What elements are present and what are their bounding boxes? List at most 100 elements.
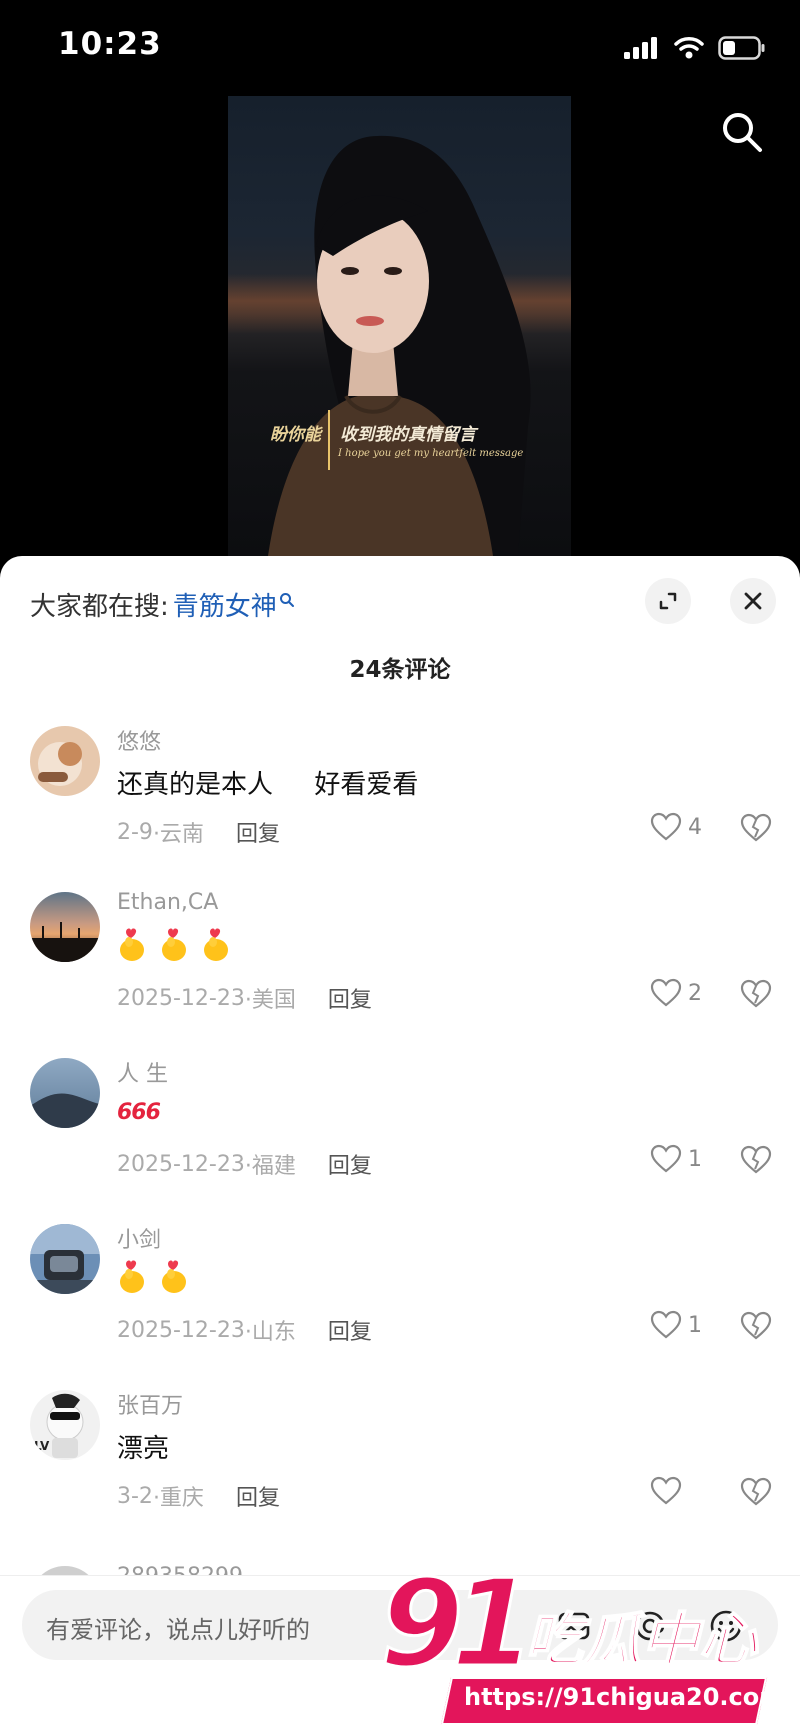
comment-count: 24条评论: [349, 657, 451, 683]
dislike-button[interactable]: [740, 1311, 772, 1345]
trending-search-link[interactable]: 青筋女神: [173, 586, 277, 623]
avatar[interactable]: [30, 726, 100, 796]
caption-divider: [328, 410, 330, 470]
dislike-button[interactable]: [740, 813, 772, 847]
comment-list: 悠悠 还真的是本人 好看爱看 2-9 ·云南 回复 4 Ethan,CA 202…: [0, 716, 800, 1586]
heart-icon: [650, 812, 682, 841]
comment-item: Ethan,CA 2025-12-23 ·美国 回复 2: [0, 882, 800, 1048]
comment-input-placeholder: 有爱评论，说点儿好听的: [46, 1616, 310, 1644]
finger-heart-icon: [162, 928, 186, 961]
broken-heart-icon: [740, 1477, 772, 1506]
like-count: 4: [688, 814, 702, 840]
broken-heart-icon: [740, 1311, 772, 1340]
comment-meta: 3-2 ·重庆 回复: [117, 1480, 280, 1512]
comment-meta: 2025-12-23 ·福建 回复: [117, 1148, 372, 1180]
trending-search: 大家都在搜: 青筋女神: [30, 586, 295, 623]
trending-label: 大家都在搜:: [30, 592, 169, 622]
video-caption-english: I hope you get my heartfelt message: [338, 448, 524, 459]
cellular-signal-icon: [624, 37, 657, 59]
comment-item: 人 生 666 2025-12-23 ·福建 回复 1: [0, 1048, 800, 1214]
comment-meta: 2-9 ·云南 回复: [117, 816, 280, 848]
like-button[interactable]: 2: [650, 978, 702, 1008]
status-icons: [624, 36, 766, 60]
reply-button[interactable]: 回复: [328, 1148, 372, 1180]
trending-search-icon[interactable]: [279, 592, 295, 608]
app-screen: 盼你能 收到我的真情留言 I hope you get my heartfelt…: [0, 0, 800, 1732]
comment-meta: 2025-12-23 ·美国 回复: [117, 982, 372, 1014]
badge-666: 666: [117, 1100, 161, 1125]
finger-heart-icon: [204, 928, 228, 961]
comment-date: 2025-12-23: [117, 1317, 245, 1343]
comment-location: ·福建: [244, 1154, 296, 1179]
broken-heart-icon: [740, 813, 772, 842]
avatar[interactable]: [30, 892, 100, 962]
video-caption-right: 收到我的真情留言: [340, 425, 476, 445]
comment-location: ·美国: [244, 988, 296, 1013]
watermark-url: https://91chigua20.com: [464, 1683, 785, 1711]
avatar[interactable]: LV: [30, 1390, 100, 1460]
comment-meta: 2025-12-23 ·山东 回复: [117, 1314, 372, 1346]
username[interactable]: 人 生: [117, 1056, 168, 1088]
like-count: 2: [688, 980, 702, 1006]
like-button[interactable]: 1: [650, 1144, 702, 1174]
comment-date: 2025-12-23: [117, 1151, 245, 1177]
username[interactable]: 张百万: [117, 1388, 183, 1420]
video-frame[interactable]: [228, 96, 571, 556]
comment-item: 小剑 2025-12-23 ·山东 回复 1: [0, 1214, 800, 1380]
battery-icon: [718, 36, 765, 60]
username[interactable]: 小剑: [117, 1222, 161, 1254]
comment-location: ·云南: [152, 822, 204, 847]
heart-icon: [650, 978, 682, 1007]
reply-button[interactable]: 回复: [328, 1314, 372, 1346]
like-count: 1: [688, 1312, 702, 1338]
watermark-number: 91: [379, 1554, 537, 1696]
comment-item: 悠悠 还真的是本人 好看爱看 2-9 ·云南 回复 4: [0, 716, 800, 882]
reply-button[interactable]: 回复: [328, 982, 372, 1014]
like-count: 1: [688, 1146, 702, 1172]
expand-button[interactable]: [645, 578, 691, 624]
close-button[interactable]: [730, 578, 776, 624]
comment-location: ·山东: [244, 1320, 296, 1345]
comment-text: 还真的是本人 好看爱看: [117, 770, 419, 800]
dislike-button[interactable]: [740, 1477, 772, 1511]
comment-date: 2025-12-23: [117, 985, 245, 1011]
expand-icon: [659, 592, 677, 610]
comment-text: 漂亮: [117, 1434, 170, 1464]
wifi-icon: [674, 37, 704, 59]
svg-text:LV: LV: [34, 1439, 50, 1453]
like-button[interactable]: [650, 1476, 702, 1506]
emoji-row: [117, 1258, 189, 1294]
photo-subject: [268, 135, 531, 556]
heart-icon: [650, 1476, 682, 1505]
finger-heart-icon: [120, 1260, 144, 1293]
dislike-button[interactable]: [740, 979, 772, 1013]
heart-icon: [650, 1144, 682, 1173]
comment-date: 2-9: [117, 819, 153, 845]
like-button[interactable]: 4: [650, 812, 702, 842]
watermark: 91 吃瓜中心 https://91chigua20.com: [379, 1554, 784, 1725]
comment-date: 3-2: [117, 1483, 153, 1509]
username[interactable]: 悠悠: [117, 724, 161, 756]
watermark-text: 吃瓜中心: [524, 1605, 758, 1675]
status-bar: 10:23: [0, 0, 800, 90]
avatar[interactable]: [30, 1058, 100, 1128]
search-button[interactable]: [720, 110, 770, 160]
search-icon: [723, 113, 762, 152]
broken-heart-icon: [740, 1145, 772, 1174]
status-time: 10:23: [58, 26, 162, 62]
video-caption-left: 盼你能: [270, 425, 321, 445]
broken-heart-icon: [740, 979, 772, 1008]
emoji-row: [117, 926, 231, 962]
username[interactable]: Ethan,CA: [117, 890, 218, 915]
like-button[interactable]: 1: [650, 1310, 702, 1340]
heart-icon: [650, 1310, 682, 1339]
close-icon: [744, 592, 762, 610]
finger-heart-icon: [120, 928, 144, 961]
avatar[interactable]: [30, 1224, 100, 1294]
reply-button[interactable]: 回复: [236, 1480, 280, 1512]
dislike-button[interactable]: [740, 1145, 772, 1179]
comment-location: ·重庆: [152, 1486, 204, 1511]
comment-item: LV 张百万 漂亮 3-2 ·重庆 回复: [0, 1380, 800, 1546]
sheet-header: 大家都在搜: 青筋女神: [0, 556, 800, 646]
reply-button[interactable]: 回复: [236, 816, 280, 848]
